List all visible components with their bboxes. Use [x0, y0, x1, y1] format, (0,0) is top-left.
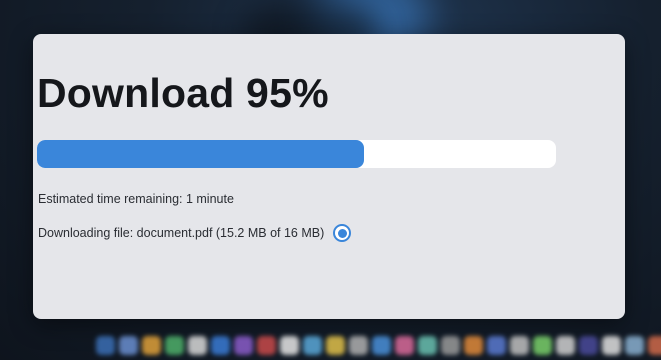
- dock-app-icon[interactable]: [257, 336, 276, 355]
- progress-indicator-icon: [333, 224, 352, 242]
- dock: [96, 336, 661, 358]
- dock-app-icon[interactable]: [487, 336, 506, 355]
- file-status-row: Downloading file: document.pdf (15.2 MB …: [38, 224, 352, 242]
- dock-app-icon[interactable]: [326, 336, 345, 355]
- dock-app-icon[interactable]: [579, 336, 598, 355]
- dock-app-icon[interactable]: [165, 336, 184, 355]
- dock-app-icon[interactable]: [648, 336, 661, 355]
- dock-app-icon[interactable]: [372, 336, 391, 355]
- dock-app-icon[interactable]: [280, 336, 299, 355]
- progress-indicator-dot: [337, 228, 347, 238]
- dock-app-icon[interactable]: [556, 336, 575, 355]
- dock-app-icon[interactable]: [303, 336, 322, 355]
- dock-app-icon[interactable]: [211, 336, 230, 355]
- dock-app-icon[interactable]: [395, 336, 414, 355]
- dock-app-icon[interactable]: [142, 336, 161, 355]
- file-status-label: Downloading file: document.pdf (15.2 MB …: [38, 226, 325, 240]
- dock-app-icon[interactable]: [418, 336, 437, 355]
- progress-bar: [37, 140, 556, 168]
- download-title: Download 95%: [37, 70, 329, 116]
- dock-app-icon[interactable]: [119, 336, 138, 355]
- time-remaining-label: Estimated time remaining: 1 minute: [38, 192, 234, 206]
- dock-app-icon[interactable]: [625, 336, 644, 355]
- dock-app-icon[interactable]: [533, 336, 552, 355]
- dock-app-icon[interactable]: [464, 336, 483, 355]
- dock-app-icon[interactable]: [510, 336, 529, 355]
- dock-app-icon[interactable]: [349, 336, 368, 355]
- dock-app-icon[interactable]: [602, 336, 621, 355]
- dock-app-icon[interactable]: [96, 336, 115, 355]
- dock-app-icon[interactable]: [188, 336, 207, 355]
- dock-app-icon[interactable]: [234, 336, 253, 355]
- progress-bar-fill: [37, 140, 364, 168]
- dock-app-icon[interactable]: [441, 336, 460, 355]
